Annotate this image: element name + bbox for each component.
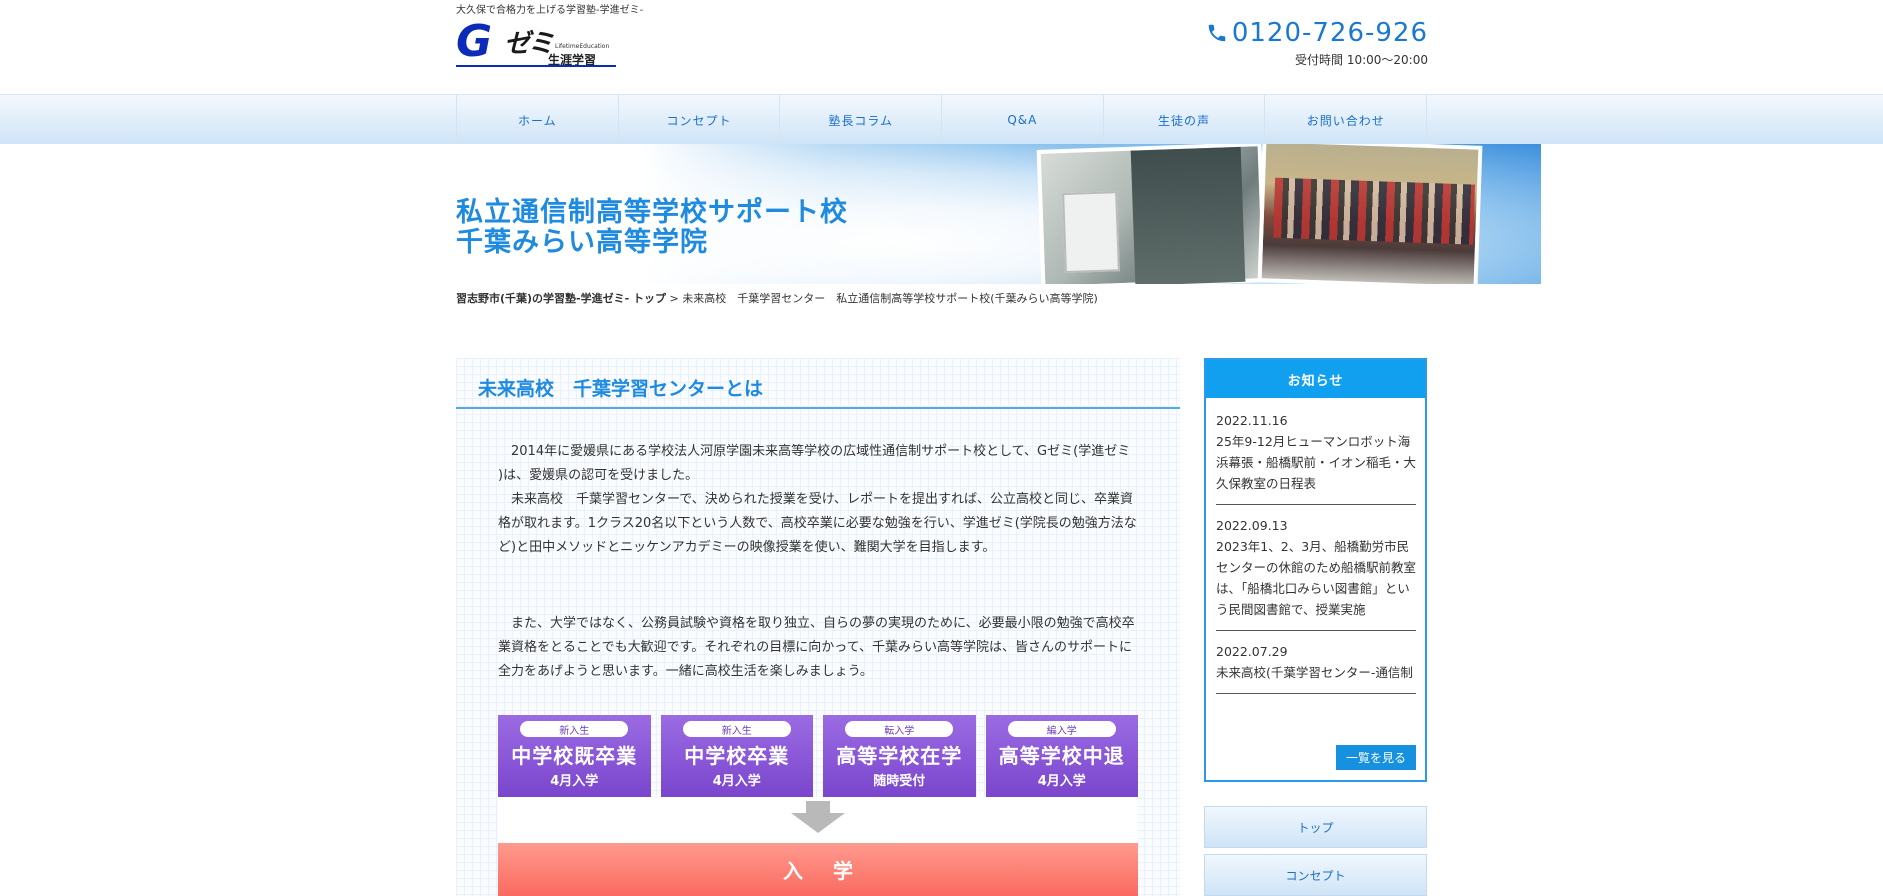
students-crowd [1273,177,1476,245]
breadcrumb-separator: > [669,292,679,305]
nav-item-qa[interactable]: Q&A [942,95,1104,145]
nav-item-voices[interactable]: 生徒の声 [1104,95,1266,145]
hero-title: 私立通信制高等学校サポート校 千葉みらい高等学院 [456,198,848,258]
entry-title: 高等学校中退 [998,744,1125,768]
breadcrumb-home-link[interactable]: 習志野市(千葉)の学習塾-学進ゼミ- トップ [456,292,666,305]
main-content: 未来高校 千葉学習センターとは 2014年に愛媛県にある学校法人河原学園未来高等… [456,358,1180,896]
entry-box-high-school-enrolled: 転入学 高等学校在学 随時受付 [823,715,976,797]
entry-tag: 編入学 [1007,721,1116,737]
entry-box-junior-high-graduated: 新入生 中学校既卒業 4月入学 [498,715,651,797]
site-header: 大久保で合格力を上げる学習塾-学進ゼミ- G ゼミ LifetimeEducat… [0,0,1883,94]
hero-banner: 私立通信制高等学校サポート校 千葉みらい高等学院 [456,144,1541,284]
news-panel: お知らせ 2022.11.16 25年9-12月ヒューマンロボット海浜幕張・船橋… [1204,358,1427,782]
entry-sub: 4月入学 [1037,774,1086,789]
entry-box-high-school-dropout: 編入学 高等学校中退 4月入学 [985,715,1138,797]
logo-underline [456,65,616,67]
nav-item-concept[interactable]: コンセプト [619,95,781,145]
global-nav-bar: ホーム コンセプト 塾長コラム Q&A 生徒の声 お問い合わせ [0,94,1883,145]
entry-tag: 転入学 [845,721,954,737]
news-text[interactable]: 未来高校(千葉学習センター-通信制 [1216,662,1416,683]
arrow-area [498,797,1138,843]
global-nav: ホーム コンセプト 塾長コラム Q&A 生徒の声 お問い合わせ [456,95,1428,145]
intro-paragraph-1-text: 2014年に愛媛県にある学校法人河原学園未来高等学校の広域性通信制サポート校とし… [498,444,1137,555]
phone-number: 0120-726-926 [1231,18,1428,48]
logo-subtitle: LifetimeEducation [555,43,610,50]
intro-paragraph-2: また、大学ではなく、公務員試験や資格を取り独立、自らの夢の実現のために、必要最小… [498,612,1138,684]
news-date: 2022.09.13 [1216,518,1288,533]
classroom-window [1062,191,1120,274]
nav-item-contact[interactable]: お問い合わせ [1265,95,1428,145]
news-item[interactable]: 2022.11.16 25年9-12月ヒューマンロボット海浜幕張・船橋駅前・イオ… [1216,410,1416,505]
news-list: 2022.11.16 25年9-12月ヒューマンロボット海浜幕張・船橋駅前・イオ… [1216,410,1416,704]
sidebar-link-top[interactable]: トップ [1204,806,1427,848]
entry-sub: 4月入学 [712,774,761,789]
news-date: 2022.11.16 [1216,413,1288,428]
entry-sub: 随時受付 [873,774,926,789]
entry-tag: 新入生 [520,721,629,737]
entry-tag: 新入生 [682,721,791,737]
section-heading-text: 未来高校 千葉学習センターとは [478,378,764,400]
phone-contact[interactable]: 0120-726-926 [1206,18,1428,48]
nav-item-column[interactable]: 塾長コラム [780,95,943,145]
entry-title: 高等学校在学 [836,744,963,768]
entry-type-boxes: 新入生 中学校既卒業 4月入学 新入生 中学校卒業 4月入学 転入学 高等学校在… [498,715,1138,797]
sidebar-link-concept[interactable]: コンセプト [1204,854,1427,896]
entry-box-junior-high-graduating: 新入生 中学校卒業 4月入学 [660,715,813,797]
news-item[interactable]: 2022.07.29 未来高校(千葉学習センター-通信制 [1216,641,1416,694]
entry-sub: 4月入学 [550,774,599,789]
logo-mark: G [456,16,492,67]
news-more-button[interactable]: 一覧を見る [1336,745,1416,770]
news-title: お知らせ [1206,360,1425,398]
phone-icon [1208,24,1226,42]
admission-bar: 入学 [498,843,1138,896]
classroom-photo [1036,144,1267,284]
site-logo[interactable]: G ゼミ LifetimeEducation 生涯学習 [456,17,621,72]
entry-title: 中学校卒業 [684,744,790,768]
intro-paragraph-2-text: また、大学ではなく、公務員試験や資格を取り独立、自らの夢の実現のために、必要最小… [498,616,1135,679]
hero-title-line1: 私立通信制高等学校サポート校 [456,197,848,228]
intro-paragraph-1: 2014年に愛媛県にある学校法人河原学園未来高等学校の広域性通信制サポート校とし… [498,440,1138,560]
section-heading: 未来高校 千葉学習センターとは [456,358,1180,409]
business-hours: 受付時間 10:00〜20:00 [1295,53,1428,67]
breadcrumb: 習志野市(千葉)の学習塾-学進ゼミ- トップ > 未来高校 千葉学習センター 私… [456,290,1098,306]
classroom-blackboard [1130,146,1246,284]
news-item[interactable]: 2022.09.13 2023年1、2、3月、船橋勤労市民センターの休館のため船… [1216,515,1416,631]
students-group-photo [1257,144,1483,284]
news-text[interactable]: 2023年1、2、3月、船橋勤労市民センターの休館のため船橋駅前教室は、「船橋北… [1216,536,1416,620]
news-date: 2022.07.29 [1216,644,1288,659]
admission-label: 入学 [783,859,883,883]
nav-item-home[interactable]: ホーム [457,95,619,145]
logo-zemi: ゼミ [504,29,554,59]
arrow-down-icon [791,801,845,833]
hero-title-line2: 千葉みらい高等学院 [456,227,708,258]
news-text[interactable]: 25年9-12月ヒューマンロボット海浜幕張・船橋駅前・イオン稲毛・大久保教室の日… [1216,431,1416,494]
breadcrumb-current: 未来高校 千葉学習センター 私立通信制高等学校サポート校(千葉みらい高等学院) [682,292,1098,305]
site-tagline: 大久保で合格力を上げる学習塾-学進ゼミ- [456,5,644,16]
entry-title: 中学校既卒業 [511,744,638,768]
